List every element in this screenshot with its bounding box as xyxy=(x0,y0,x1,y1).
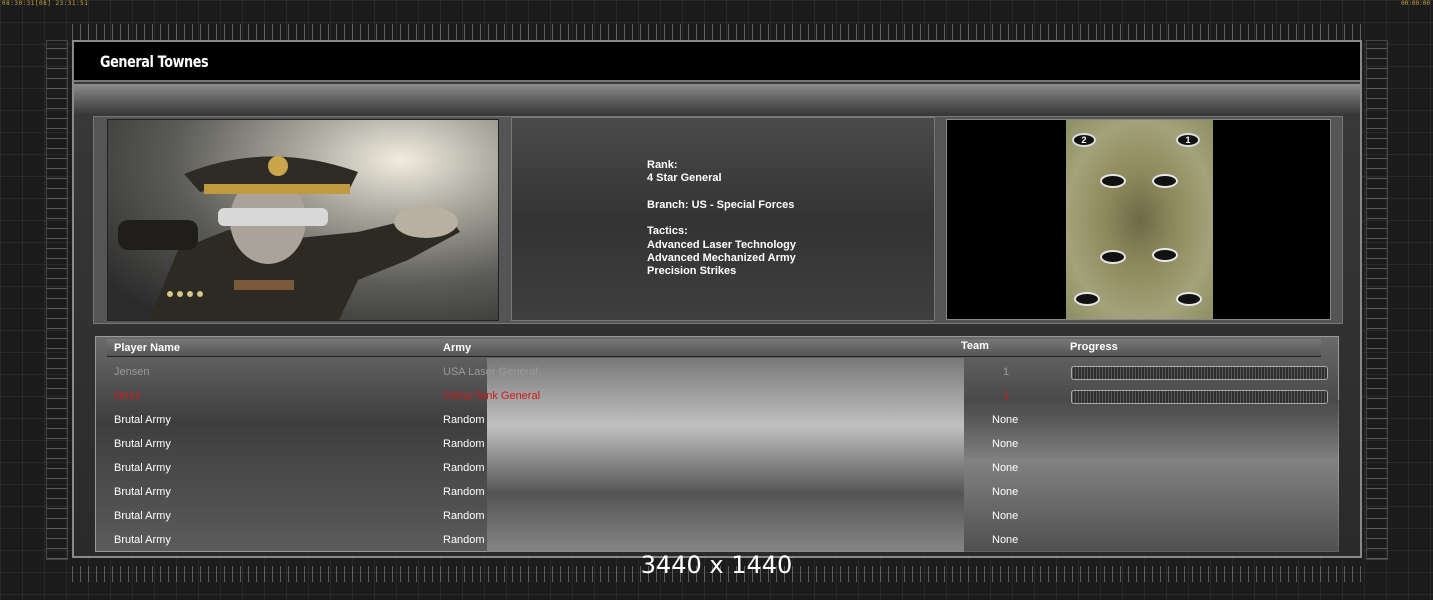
tactic-item: Advanced Laser Technology xyxy=(647,238,796,251)
top-ruler xyxy=(72,24,1362,40)
player-name: Brutal Army xyxy=(114,414,171,426)
team-value: 1 xyxy=(1003,390,1010,402)
start-position-1: 1 xyxy=(1176,133,1200,147)
player-name: Brutal Army xyxy=(114,438,171,450)
army-name: Random xyxy=(443,438,485,450)
player-name: Brutal Army xyxy=(114,462,171,474)
header-progress: Progress xyxy=(1070,341,1118,353)
army-name: China Tank General xyxy=(443,390,541,402)
general-portrait xyxy=(107,119,499,321)
table-row[interactable]: Brutal Army Random None xyxy=(107,509,1337,531)
header-player-name: Player Name xyxy=(114,342,181,354)
team-value: None xyxy=(992,414,1019,426)
title-bar xyxy=(74,42,1360,82)
tactic-item: Precision Strikes xyxy=(647,265,737,278)
team-value: None xyxy=(992,438,1019,450)
system-clock-left: 08:30:31[08] 23:31:51 xyxy=(2,0,89,7)
start-pad xyxy=(1100,174,1126,188)
progress-bar xyxy=(1071,390,1328,404)
army-name: USA Laser General xyxy=(443,366,538,378)
army-name: Random xyxy=(443,462,485,474)
tactic-item: Advanced Mechanized Army xyxy=(647,252,796,265)
general-info-text: Rank: 4 Star General Branch: US - Specia… xyxy=(647,159,796,279)
start-pad xyxy=(1152,174,1178,188)
header-army: Army xyxy=(443,342,472,354)
team-value: None xyxy=(992,510,1019,522)
start-pad xyxy=(1100,250,1126,264)
system-clock-right: 00:00:00 xyxy=(1401,0,1430,7)
team-value: None xyxy=(992,462,1019,474)
tactics-label: Tactics: xyxy=(647,225,688,238)
player-name: Brutal Army xyxy=(114,486,171,498)
player-name: Brutal Army xyxy=(114,534,171,546)
player-name: Brutal Army xyxy=(114,510,171,522)
rank-label: Rank: xyxy=(647,159,678,171)
rank-value: 4 Star General xyxy=(647,172,722,185)
resolution-label: 3440 x 1440 xyxy=(640,551,793,579)
branch-text: Branch: US - Special Forces xyxy=(647,198,795,211)
start-pad xyxy=(1152,248,1178,262)
team-value: None xyxy=(992,486,1019,498)
team-value: None xyxy=(992,534,1019,546)
table-row[interactable]: Brutal Army Random None xyxy=(107,413,1337,435)
start-pad xyxy=(1074,292,1100,306)
army-name: Random xyxy=(443,534,485,546)
table-row[interactable]: Brutal Army Random None xyxy=(107,485,1337,507)
left-ruler xyxy=(46,40,68,560)
player-table-header xyxy=(107,339,1321,357)
team-value: 1 xyxy=(1003,366,1010,378)
table-row[interactable]: Brutal Army Random None xyxy=(107,437,1337,459)
army-name: Random xyxy=(443,510,485,522)
general-title: General Townes xyxy=(100,52,209,71)
title-sub-bar xyxy=(74,84,1360,114)
player-name: Jensen xyxy=(114,366,150,378)
army-name: Random xyxy=(443,414,485,426)
start-position-2: 2 xyxy=(1072,133,1096,147)
start-pad xyxy=(1176,292,1202,306)
progress-bar xyxy=(1071,366,1328,380)
army-name: Random xyxy=(443,486,485,498)
player-name: Omni xyxy=(114,390,141,402)
table-row[interactable]: Brutal Army Random None xyxy=(107,461,1337,483)
minimap: 2 1 xyxy=(1066,120,1213,319)
right-ruler xyxy=(1366,40,1388,560)
header-team: Team xyxy=(961,340,989,352)
